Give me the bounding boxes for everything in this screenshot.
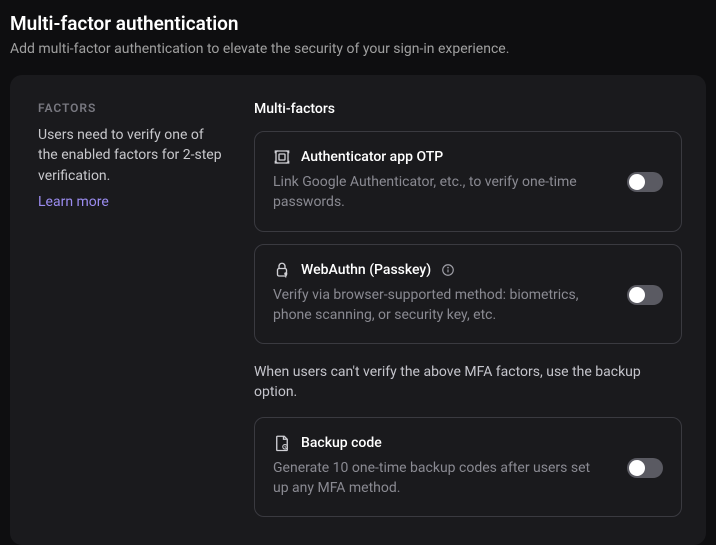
toggle-backup-code[interactable] <box>627 458 663 478</box>
factor-title: Authenticator app OTP <box>301 149 443 165</box>
factor-backup-code: Backup code Generate 10 one-time backup … <box>254 417 682 518</box>
backup-code-icon <box>273 434 291 452</box>
factor-authenticator-otp: Authenticator app OTP Link Google Authen… <box>254 131 682 232</box>
factor-title: WebAuthn (Passkey) <box>301 262 431 278</box>
passkey-icon <box>273 261 291 279</box>
factor-description: Link Google Authenticator, etc., to veri… <box>273 172 663 213</box>
factors-description: Users need to verify one of the enabled … <box>38 125 222 186</box>
page-subtitle: Add multi-factor authentication to eleva… <box>10 41 706 57</box>
factors-label: FACTORS <box>38 101 222 115</box>
factors-list: Multi-factors Authenticator app OTP Link… <box>254 101 682 529</box>
multi-factors-heading: Multi-factors <box>254 101 682 117</box>
toggle-authenticator-otp[interactable] <box>627 172 663 192</box>
page-title: Multi-factor authentication <box>10 12 706 35</box>
factors-info-panel: FACTORS Users need to verify one of the … <box>38 101 222 529</box>
mfa-card: FACTORS Users need to verify one of the … <box>10 75 706 545</box>
factor-webauthn-passkey: WebAuthn (Passkey) Verify via browser-su… <box>254 244 682 345</box>
info-icon[interactable] <box>441 263 455 277</box>
authenticator-otp-icon <box>273 148 291 166</box>
learn-more-link[interactable]: Learn more <box>38 194 109 210</box>
factor-description: Verify via browser-supported method: bio… <box>273 285 663 326</box>
factor-description: Generate 10 one-time backup codes after … <box>273 458 663 499</box>
backup-note: When users can't verify the above MFA fa… <box>254 362 682 403</box>
factor-title: Backup code <box>301 435 382 451</box>
toggle-webauthn-passkey[interactable] <box>627 285 663 305</box>
